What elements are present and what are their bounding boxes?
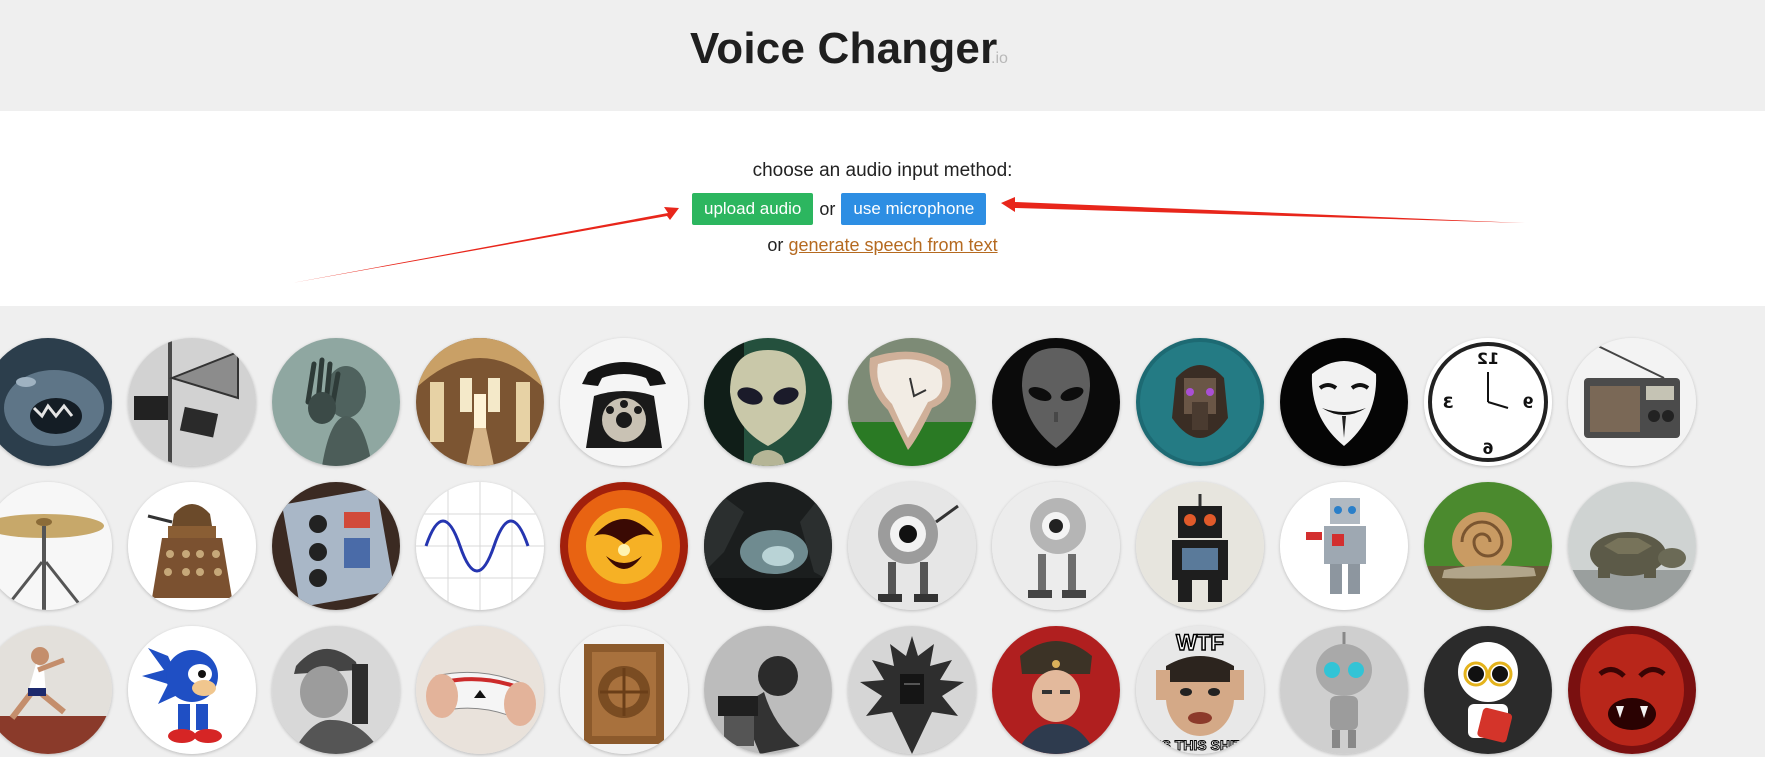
voice-turtle-icon[interactable]	[1568, 482, 1696, 610]
voice-soldier-radio-icon[interactable]	[272, 626, 400, 754]
voice-robot-eye-2-icon[interactable]	[992, 482, 1120, 610]
voice-dalek-icon[interactable]	[128, 482, 256, 610]
voice-toy-robot-icon[interactable]	[1136, 482, 1264, 610]
voice-fire-demon-icon[interactable]	[560, 482, 688, 610]
voice-meme-face-icon[interactable]: WTF IS THIS SHIT	[1136, 626, 1264, 754]
voice-snail-icon[interactable]	[1424, 482, 1552, 610]
svg-text:9: 9	[1522, 393, 1533, 412]
voice-cathedral-icon[interactable]	[416, 338, 544, 466]
svg-text:WTF: WTF	[1176, 630, 1224, 655]
voice-sine-wave-icon[interactable]	[416, 482, 544, 610]
voice-grey-alien-icon[interactable]	[992, 338, 1120, 466]
voice-cave-icon[interactable]	[704, 482, 832, 610]
voice-playing-cards-icon[interactable]	[416, 626, 544, 754]
voice-dark-lord-icon[interactable]	[848, 626, 976, 754]
voice-old-phonograph-icon[interactable]	[704, 626, 832, 754]
voice-reversed-clock-icon[interactable]: 12 3 6 9	[1424, 338, 1552, 466]
voice-melting-clock-icon[interactable]	[848, 338, 976, 466]
svg-text:6: 6	[1482, 439, 1493, 458]
audio-input-panel: choose an audio input method: upload aud…	[0, 111, 1765, 306]
voice-monster-roar-icon[interactable]	[0, 338, 112, 466]
voice-alien-icon[interactable]	[704, 338, 832, 466]
or-prefix: or	[767, 235, 784, 255]
page-header: Voice Changer .io	[0, 0, 1765, 111]
voice-cyborg-icon[interactable]	[1136, 338, 1264, 466]
page-title: Voice Changer	[690, 24, 998, 73]
voice-red-demon-icon[interactable]	[1568, 626, 1696, 754]
voice-synth-pedal-icon[interactable]	[272, 482, 400, 610]
or-separator: or	[819, 198, 836, 219]
voice-lego-robot-icon[interactable]	[1280, 482, 1408, 610]
voice-robot-eye-icon[interactable]	[848, 482, 976, 610]
input-method-buttons: upload audio or use microphone	[692, 192, 987, 226]
generate-speech-row: or generate speech from text	[0, 235, 1765, 256]
voice-megaphone-icon[interactable]	[128, 338, 256, 466]
voice-gir-robot-icon[interactable]	[1280, 626, 1408, 754]
voice-soviet-soldier-icon[interactable]	[992, 626, 1120, 754]
upload-audio-button[interactable]: upload audio	[692, 193, 814, 225]
input-method-prompt: choose an audio input method:	[752, 160, 1013, 181]
domain-suffix: .io	[991, 50, 1008, 67]
svg-text:IS THIS SHIT: IS THIS SHIT	[1158, 737, 1243, 753]
generate-speech-link[interactable]: generate speech from text	[788, 235, 997, 255]
voice-ghost-icon[interactable]	[272, 338, 400, 466]
svg-text:12: 12	[1477, 349, 1499, 368]
voice-anonymous-mask-icon[interactable]	[1280, 338, 1408, 466]
voice-sonic-icon[interactable]	[128, 626, 256, 754]
voice-radio-icon[interactable]	[1568, 338, 1696, 466]
use-microphone-button[interactable]: use microphone	[841, 193, 987, 225]
voice-kirobo-robot-icon[interactable]	[1424, 626, 1552, 754]
voice-cymbal-icon[interactable]	[0, 482, 112, 610]
voice-grid: 12 3 6 9 WTF IS THIS SHIT	[0, 306, 1765, 757]
voice-old-radio-icon[interactable]	[560, 626, 688, 754]
svg-text:3: 3	[1442, 393, 1453, 412]
voice-telephone-icon[interactable]	[560, 338, 688, 466]
voice-sprinter-icon[interactable]	[0, 626, 112, 754]
